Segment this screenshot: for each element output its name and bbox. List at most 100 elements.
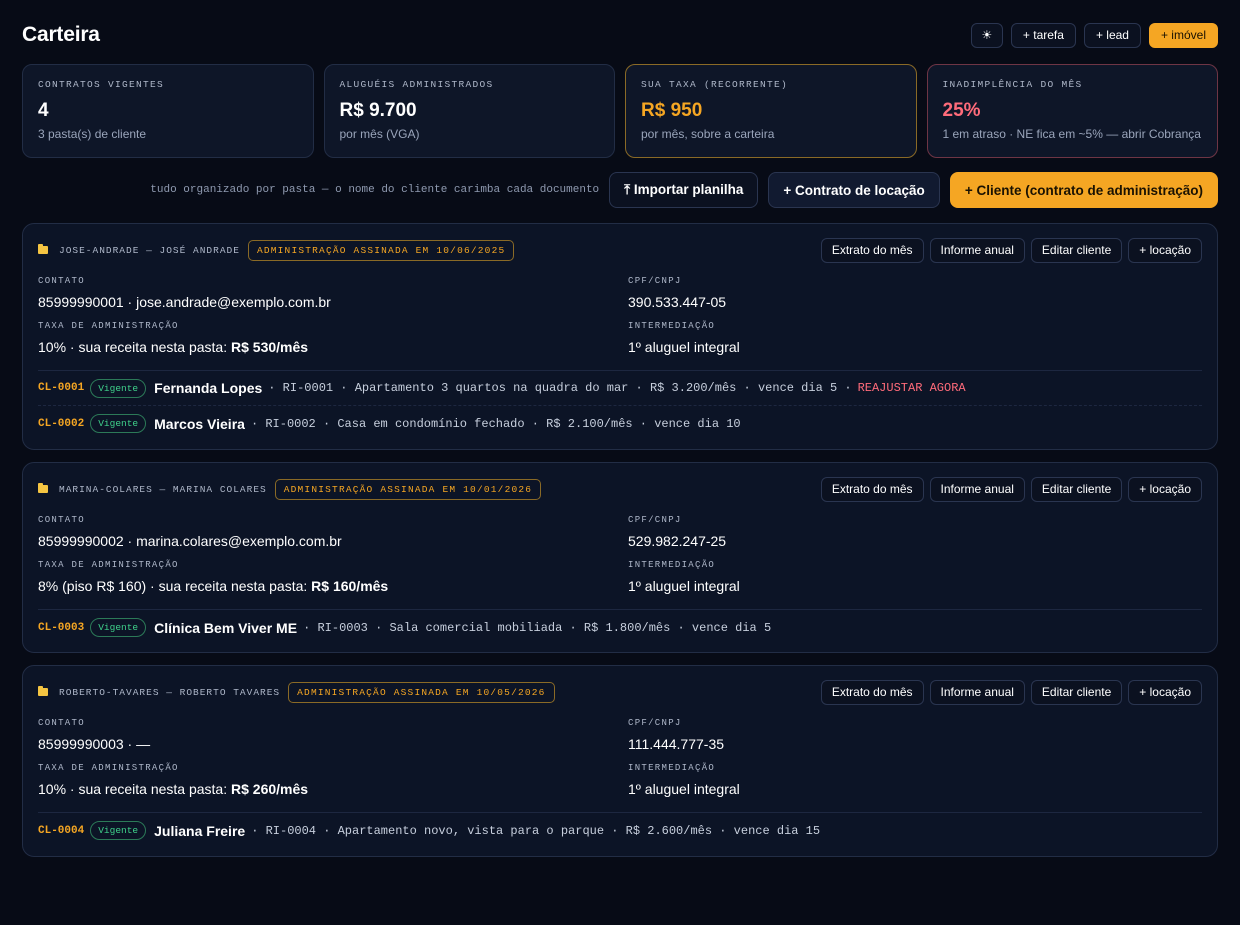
add-lease-button[interactable]: + locação (1128, 476, 1202, 502)
document-value: 390.533.447-05 (628, 294, 727, 310)
readjust-alert[interactable]: REAJUSTAR AGORA (858, 381, 966, 395)
edit-client-button[interactable]: Editar cliente (1030, 476, 1123, 502)
folder-name: MARINA-COLARES — MARINA COLARES (59, 483, 267, 495)
folder-name: ROBERTO-TAVARES — ROBERTO TAVARES (59, 686, 281, 698)
header-actions: ☀ + tarefa + lead + imóvel (970, 22, 1218, 48)
portfolio-actions: tudo organizado por pasta — o nome do cl… (22, 172, 1218, 208)
new-client-button[interactable]: + Cliente (contrato de administração) (949, 172, 1218, 208)
kpi-managed-rents: ALUGUÉIS ADMINISTRADOS R$ 9.700 por mês … (323, 64, 615, 158)
contract-code: CL-0004 (38, 824, 85, 837)
contract-list: CL-0004 Vigente Juliana Freire · RI-0004… (38, 812, 1202, 848)
field-label: TAXA DE ADMINISTRAÇÃO (38, 763, 179, 773)
kpi-delinquency[interactable]: INADIMPLÊNCIA DO MÊS 25% 1 em atraso · N… (926, 64, 1218, 158)
kpi-value: R$ 9.700 (339, 100, 417, 121)
contract-code: CL-0001 (38, 382, 85, 394)
contract-code: CL-0002 (38, 417, 85, 430)
folder-name: JOSE-ANDRADE — JOSÉ ANDRADE (59, 244, 240, 256)
kpi-label: CONTRATOS VIGENTES (38, 79, 165, 90)
kpi-label: SUA TAXA (RECORRENTE) (641, 79, 789, 90)
contract-details: · RI-0003 · Sala comercial mobiliada · R… (303, 620, 772, 635)
field-label: CONTATO (38, 718, 85, 728)
kpi-recurring-fee: SUA TAXA (RECORRENTE) R$ 950 por mês, so… (625, 64, 917, 158)
contract-row[interactable]: CL-0003 Vigente Clínica Bem Viver ME · R… (38, 610, 1202, 645)
status-badge: Vigente (90, 414, 147, 433)
new-lease-contract-button[interactable]: + Contrato de locação (768, 172, 940, 208)
status-badge: Vigente (90, 821, 147, 840)
tenant-name: Juliana Freire (154, 822, 246, 839)
field-label: INTERMEDIAÇÃO (628, 560, 716, 570)
folder-icon (38, 686, 48, 696)
theme-toggle-button[interactable]: ☀ (970, 22, 1003, 48)
client-folder: ROBERTO-TAVARES — ROBERTO TAVARES ADMINI… (22, 665, 1218, 857)
annual-report-button[interactable]: Informe anual (929, 679, 1025, 705)
kpi-active-contracts: CONTRATOS VIGENTES 4 3 pasta(s) de clien… (22, 64, 314, 158)
client-folder: JOSE-ANDRADE — JOSÉ ANDRADE ADMINISTRAÇÃ… (22, 223, 1218, 450)
kpi-subtext: por mês, sobre a carteira (641, 127, 775, 141)
kpi-subtext: por mês (VGA) (339, 127, 420, 141)
kpi-value: 25% (942, 100, 981, 121)
add-lease-button[interactable]: + locação (1128, 237, 1202, 263)
kpi-label: INADIMPLÊNCIA DO MÊS (942, 79, 1083, 90)
contract-row[interactable]: CL-0001 Vigente Fernanda Lopes · RI-0001… (38, 371, 1202, 406)
kpi-subtext: 1 em atraso · NE fica em ~5% — abrir Cob… (942, 127, 1201, 141)
client-folder: MARINA-COLARES — MARINA COLARES ADMINIST… (22, 462, 1218, 653)
monthly-statement-button[interactable]: Extrato do mês (820, 679, 924, 705)
tenant-name: Clínica Bem Viver ME (154, 619, 298, 636)
tenant-name: Fernanda Lopes (154, 380, 263, 396)
sun-icon: ☀ (981, 28, 993, 42)
intermediation-value: 1º aluguel integral (628, 339, 740, 355)
kpi-row: CONTRATOS VIGENTES 4 3 pasta(s) de clien… (22, 64, 1218, 158)
admin-signed-badge: ADMINISTRAÇÃO ASSINADA EM 10/05/2026 (288, 681, 555, 703)
portfolio-hint: tudo organizado por pasta — o nome do cl… (150, 184, 600, 196)
status-badge: Vigente (90, 378, 147, 398)
contract-details: · RI-0001 · Apartamento 3 quartos na qua… (268, 381, 852, 395)
field-label: CONTATO (38, 515, 85, 525)
kpi-value: R$ 950 (641, 100, 703, 121)
kpi-label: ALUGUÉIS ADMINISTRADOS (339, 79, 494, 90)
contract-code: CL-0003 (38, 621, 85, 634)
monthly-statement-button[interactable]: Extrato do mês (820, 237, 924, 263)
contract-details: · RI-0004 · Apartamento novo, vista para… (251, 823, 821, 838)
contact-value: 85999990003 · — (38, 736, 151, 752)
contract-list: CL-0001 Vigente Fernanda Lopes · RI-0001… (38, 370, 1202, 441)
intermediation-value: 1º aluguel integral (628, 781, 740, 797)
annual-report-button[interactable]: Informe anual (929, 476, 1025, 502)
import-spreadsheet-button[interactable]: ⤒ Importar planilha (609, 172, 759, 208)
admin-signed-badge: ADMINISTRAÇÃO ASSINADA EM 10/06/2025 (247, 239, 515, 261)
field-label: INTERMEDIAÇÃO (628, 321, 716, 331)
contact-value: 85999990001 · jose.andrade@exemplo.com.b… (38, 294, 331, 310)
field-label: INTERMEDIAÇÃO (628, 763, 716, 773)
folder-icon (38, 483, 48, 493)
edit-client-button[interactable]: Editar cliente (1030, 237, 1123, 263)
field-label: TAXA DE ADMINISTRAÇÃO (38, 560, 179, 570)
monthly-statement-button[interactable]: Extrato do mês (820, 476, 924, 502)
field-label: CPF/CNPJ (628, 515, 682, 525)
contact-value: 85999990002 · marina.colares@exemplo.com… (38, 533, 342, 549)
field-label: TAXA DE ADMINISTRAÇÃO (38, 321, 179, 331)
fee-value: 8% (piso R$ 160) · sua receita nesta pas… (38, 578, 389, 594)
edit-client-button[interactable]: Editar cliente (1030, 679, 1123, 705)
document-value: 111.444.777-35 (628, 736, 725, 752)
field-label: CPF/CNPJ (628, 718, 682, 728)
new-task-button[interactable]: + tarefa (1010, 22, 1076, 48)
page-title: Carteira (22, 23, 100, 46)
tenant-name: Marcos Vieira (154, 415, 245, 432)
page-header: Carteira ☀ + tarefa + lead + imóvel (22, 20, 1218, 50)
field-label: CPF/CNPJ (628, 276, 682, 286)
fee-value: 10% · sua receita nesta pasta: R$ 260/mê… (38, 781, 309, 797)
contract-details: · RI-0002 · Casa em condomínio fechado ·… (250, 416, 741, 431)
new-lead-button[interactable]: + lead (1083, 22, 1141, 48)
kpi-value: 4 (38, 100, 49, 121)
field-label: CONTATO (38, 276, 85, 286)
admin-signed-badge: ADMINISTRAÇÃO ASSINADA EM 10/01/2026 (274, 478, 542, 500)
fee-value: 10% · sua receita nesta pasta: R$ 530/mê… (38, 339, 309, 355)
intermediation-value: 1º aluguel integral (628, 578, 740, 594)
annual-report-button[interactable]: Informe anual (929, 237, 1025, 263)
add-lease-button[interactable]: + locação (1128, 679, 1202, 705)
contract-list: CL-0003 Vigente Clínica Bem Viver ME · R… (38, 609, 1202, 645)
kpi-subtext: 3 pasta(s) de cliente (38, 127, 147, 141)
new-property-button[interactable]: + imóvel (1148, 22, 1218, 48)
contract-row[interactable]: CL-0004 Vigente Juliana Freire · RI-0004… (38, 813, 1202, 848)
contract-row[interactable]: CL-0002 Vigente Marcos Vieira · RI-0002 … (38, 406, 1202, 441)
folder-icon (38, 244, 48, 254)
